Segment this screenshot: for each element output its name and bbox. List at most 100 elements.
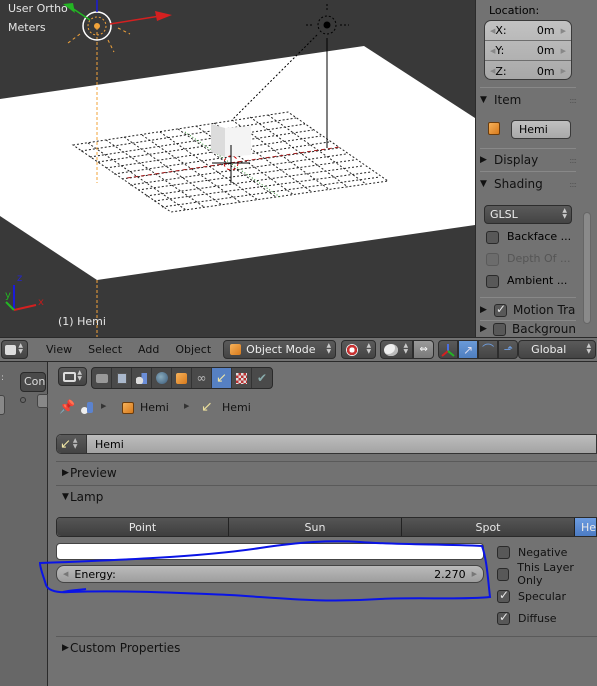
transform-gizmo[interactable]: [63, 0, 172, 25]
viewport-shading-dropdown[interactable]: ▲ ▼: [341, 340, 377, 359]
increment-arrow-icon[interactable]: ▶: [472, 570, 477, 578]
checkbox[interactable]: [494, 302, 507, 317]
divider: [480, 320, 576, 321]
object-cube-icon: [122, 402, 134, 414]
option-label: Negative: [518, 545, 568, 559]
tab-texture[interactable]: [232, 368, 252, 388]
transform-orientation-dropdown[interactable]: Global ▲ ▼: [518, 340, 597, 359]
tab-constraints[interactable]: ∞: [192, 368, 212, 388]
breadcrumb-lamp[interactable]: Hemi: [222, 401, 251, 414]
axis-value: 0m: [536, 24, 555, 37]
panel-preview-header[interactable]: ▶ Preview: [56, 461, 597, 483]
panel-custom-properties-header[interactable]: ▶ Custom Properties: [56, 636, 597, 658]
ambient-option[interactable]: Ambient ...: [486, 274, 567, 288]
panel-shading-header[interactable]: ▼ Shading::::: [480, 173, 577, 195]
drag-grip-icon[interactable]: ::::: [569, 156, 577, 165]
energy-slider[interactable]: ◀ Energy: 2.270 ▶: [56, 565, 484, 583]
checkbox[interactable]: [493, 322, 507, 336]
pin-icon[interactable]: 📌: [59, 400, 75, 415]
checkbox[interactable]: [486, 230, 499, 244]
checkbox[interactable]: [497, 567, 510, 581]
world-icon: [155, 372, 168, 384]
datablock-browse-button[interactable]: ↙ ▲ ▼: [57, 435, 87, 453]
breadcrumb-separator-icon: ▶: [184, 402, 190, 410]
option-this-layer-only[interactable]: This Layer Only: [497, 561, 597, 587]
lamp-type-sun[interactable]: Sun: [229, 518, 402, 536]
tab-render[interactable]: [92, 368, 112, 388]
panel-background-header[interactable]: ▶ Backgroun: [480, 322, 576, 336]
manipulate-center-points-button[interactable]: ⇔: [413, 340, 435, 359]
increment-arrow-icon[interactable]: ▶: [561, 67, 566, 75]
tab-scene[interactable]: [132, 368, 152, 388]
breadcrumb-object[interactable]: Hemi: [140, 401, 169, 414]
lamp-type-hemi[interactable]: Hemi: [575, 518, 596, 536]
collapsed-triangle-icon: ▶: [62, 467, 69, 478]
tab-render-layers[interactable]: [112, 368, 132, 388]
depth-of-field-option: Depth Of ...: [486, 252, 571, 266]
datablock-name: Hemi: [95, 437, 124, 451]
panel-item-header[interactable]: ▼ Item::::: [480, 89, 577, 111]
dropdown-value: GLSL: [490, 208, 518, 221]
checkbox-checked[interactable]: [497, 588, 510, 603]
lamp-hemi-icon: ↙: [216, 370, 227, 386]
increment-arrow-icon[interactable]: ▶: [561, 47, 566, 55]
location-y-field[interactable]: ◀ Y: 0m ▶: [485, 41, 571, 61]
object-name-field[interactable]: Hemi: [511, 120, 571, 139]
checkbox[interactable]: [486, 274, 499, 288]
collapsed-triangle-icon: ▶: [62, 642, 69, 653]
cube-object[interactable]: [211, 124, 225, 157]
section-label: Backgroun: [512, 322, 576, 336]
option-label: Ambient ...: [507, 274, 568, 287]
pivot-point-dropdown[interactable]: ▲ ▼: [380, 340, 414, 359]
scrollbar[interactable]: [583, 212, 591, 324]
section-label: Motion Tra: [513, 303, 576, 317]
shading-mode-dropdown[interactable]: GLSL ▲ ▼: [484, 205, 572, 224]
lamp-type-spot[interactable]: Spot: [402, 518, 575, 536]
menu-add[interactable]: Add: [130, 343, 167, 356]
rotate-manipulator-button[interactable]: ⌒: [478, 340, 499, 359]
decrement-arrow-icon[interactable]: ◀: [63, 570, 68, 578]
scale-manipulator-button[interactable]: ⬏: [498, 340, 519, 359]
drag-grip-icon[interactable]: ::::: [569, 180, 577, 189]
tab-scene-data[interactable]: ✔: [252, 368, 272, 388]
field-stub[interactable]: [0, 395, 5, 415]
up-down-arrows-icon: ▲ ▼: [562, 207, 567, 220]
menu-select[interactable]: Select: [80, 343, 130, 356]
field-stub[interactable]: [37, 394, 48, 408]
lamp-type-point[interactable]: Point: [57, 518, 229, 536]
lamp-datablock-field[interactable]: ↙ ▲ ▼ Hemi: [56, 434, 597, 454]
up-down-arrows-icon: ▲ ▼: [403, 342, 409, 355]
tab-object[interactable]: [172, 368, 192, 388]
tab-lamp-data[interactable]: ↙: [212, 368, 232, 388]
drag-grip-icon[interactable]: ::::: [569, 96, 577, 105]
3d-viewport[interactable]: User Ortho Meters z y x (1) Hemi: [0, 0, 475, 337]
menu-object[interactable]: Object: [167, 343, 219, 356]
panel-motion-tracking-header[interactable]: ▶ Motion Tra: [480, 299, 576, 321]
editor-type-selector[interactable]: ▲ ▼: [58, 367, 87, 386]
increment-arrow-icon[interactable]: ▶: [561, 27, 566, 35]
option-diffuse[interactable]: Diffuse: [497, 609, 557, 627]
context-tab[interactable]: Cont: [20, 372, 46, 392]
translate-manipulator-button[interactable]: ↗: [458, 340, 479, 359]
radio-icon[interactable]: [20, 397, 26, 403]
panel-lamp-header[interactable]: ▼ Lamp: [56, 485, 597, 507]
tab-world[interactable]: [152, 368, 172, 388]
editor-type-selector[interactable]: ▲ ▼: [1, 340, 28, 359]
checkbox[interactable]: [497, 545, 510, 559]
backface-option[interactable]: Backface ...: [486, 230, 571, 244]
location-label: Location:: [489, 4, 540, 17]
option-specular[interactable]: Specular: [497, 587, 566, 605]
option-negative[interactable]: Negative: [497, 543, 567, 561]
mode-dropdown[interactable]: Object Mode ▲ ▼: [223, 340, 337, 359]
up-down-arrows-icon: ▲ ▼: [77, 369, 82, 382]
checkbox-checked[interactable]: [497, 610, 510, 625]
expanded-triangle-icon: ▼: [480, 95, 487, 105]
scene-icon: [81, 401, 95, 415]
manipulator-toggle-button[interactable]: [438, 340, 459, 359]
location-z-field[interactable]: ◀ Z: 0m ▶: [485, 61, 571, 79]
panel-display-header[interactable]: ▶ Display::::: [480, 149, 577, 171]
menu-view[interactable]: View: [38, 343, 80, 356]
properties-editor: ▲ ▼ ∞ ↙ ✔ 📌 ▶ Hemi ▶ ↙ Hemi ↙ ▲ ▼ Hemi ▶ Pre…: [49, 362, 597, 686]
lamp-color-swatch[interactable]: [56, 543, 484, 560]
location-x-field[interactable]: ◀ X: 0m ▶: [485, 21, 571, 41]
